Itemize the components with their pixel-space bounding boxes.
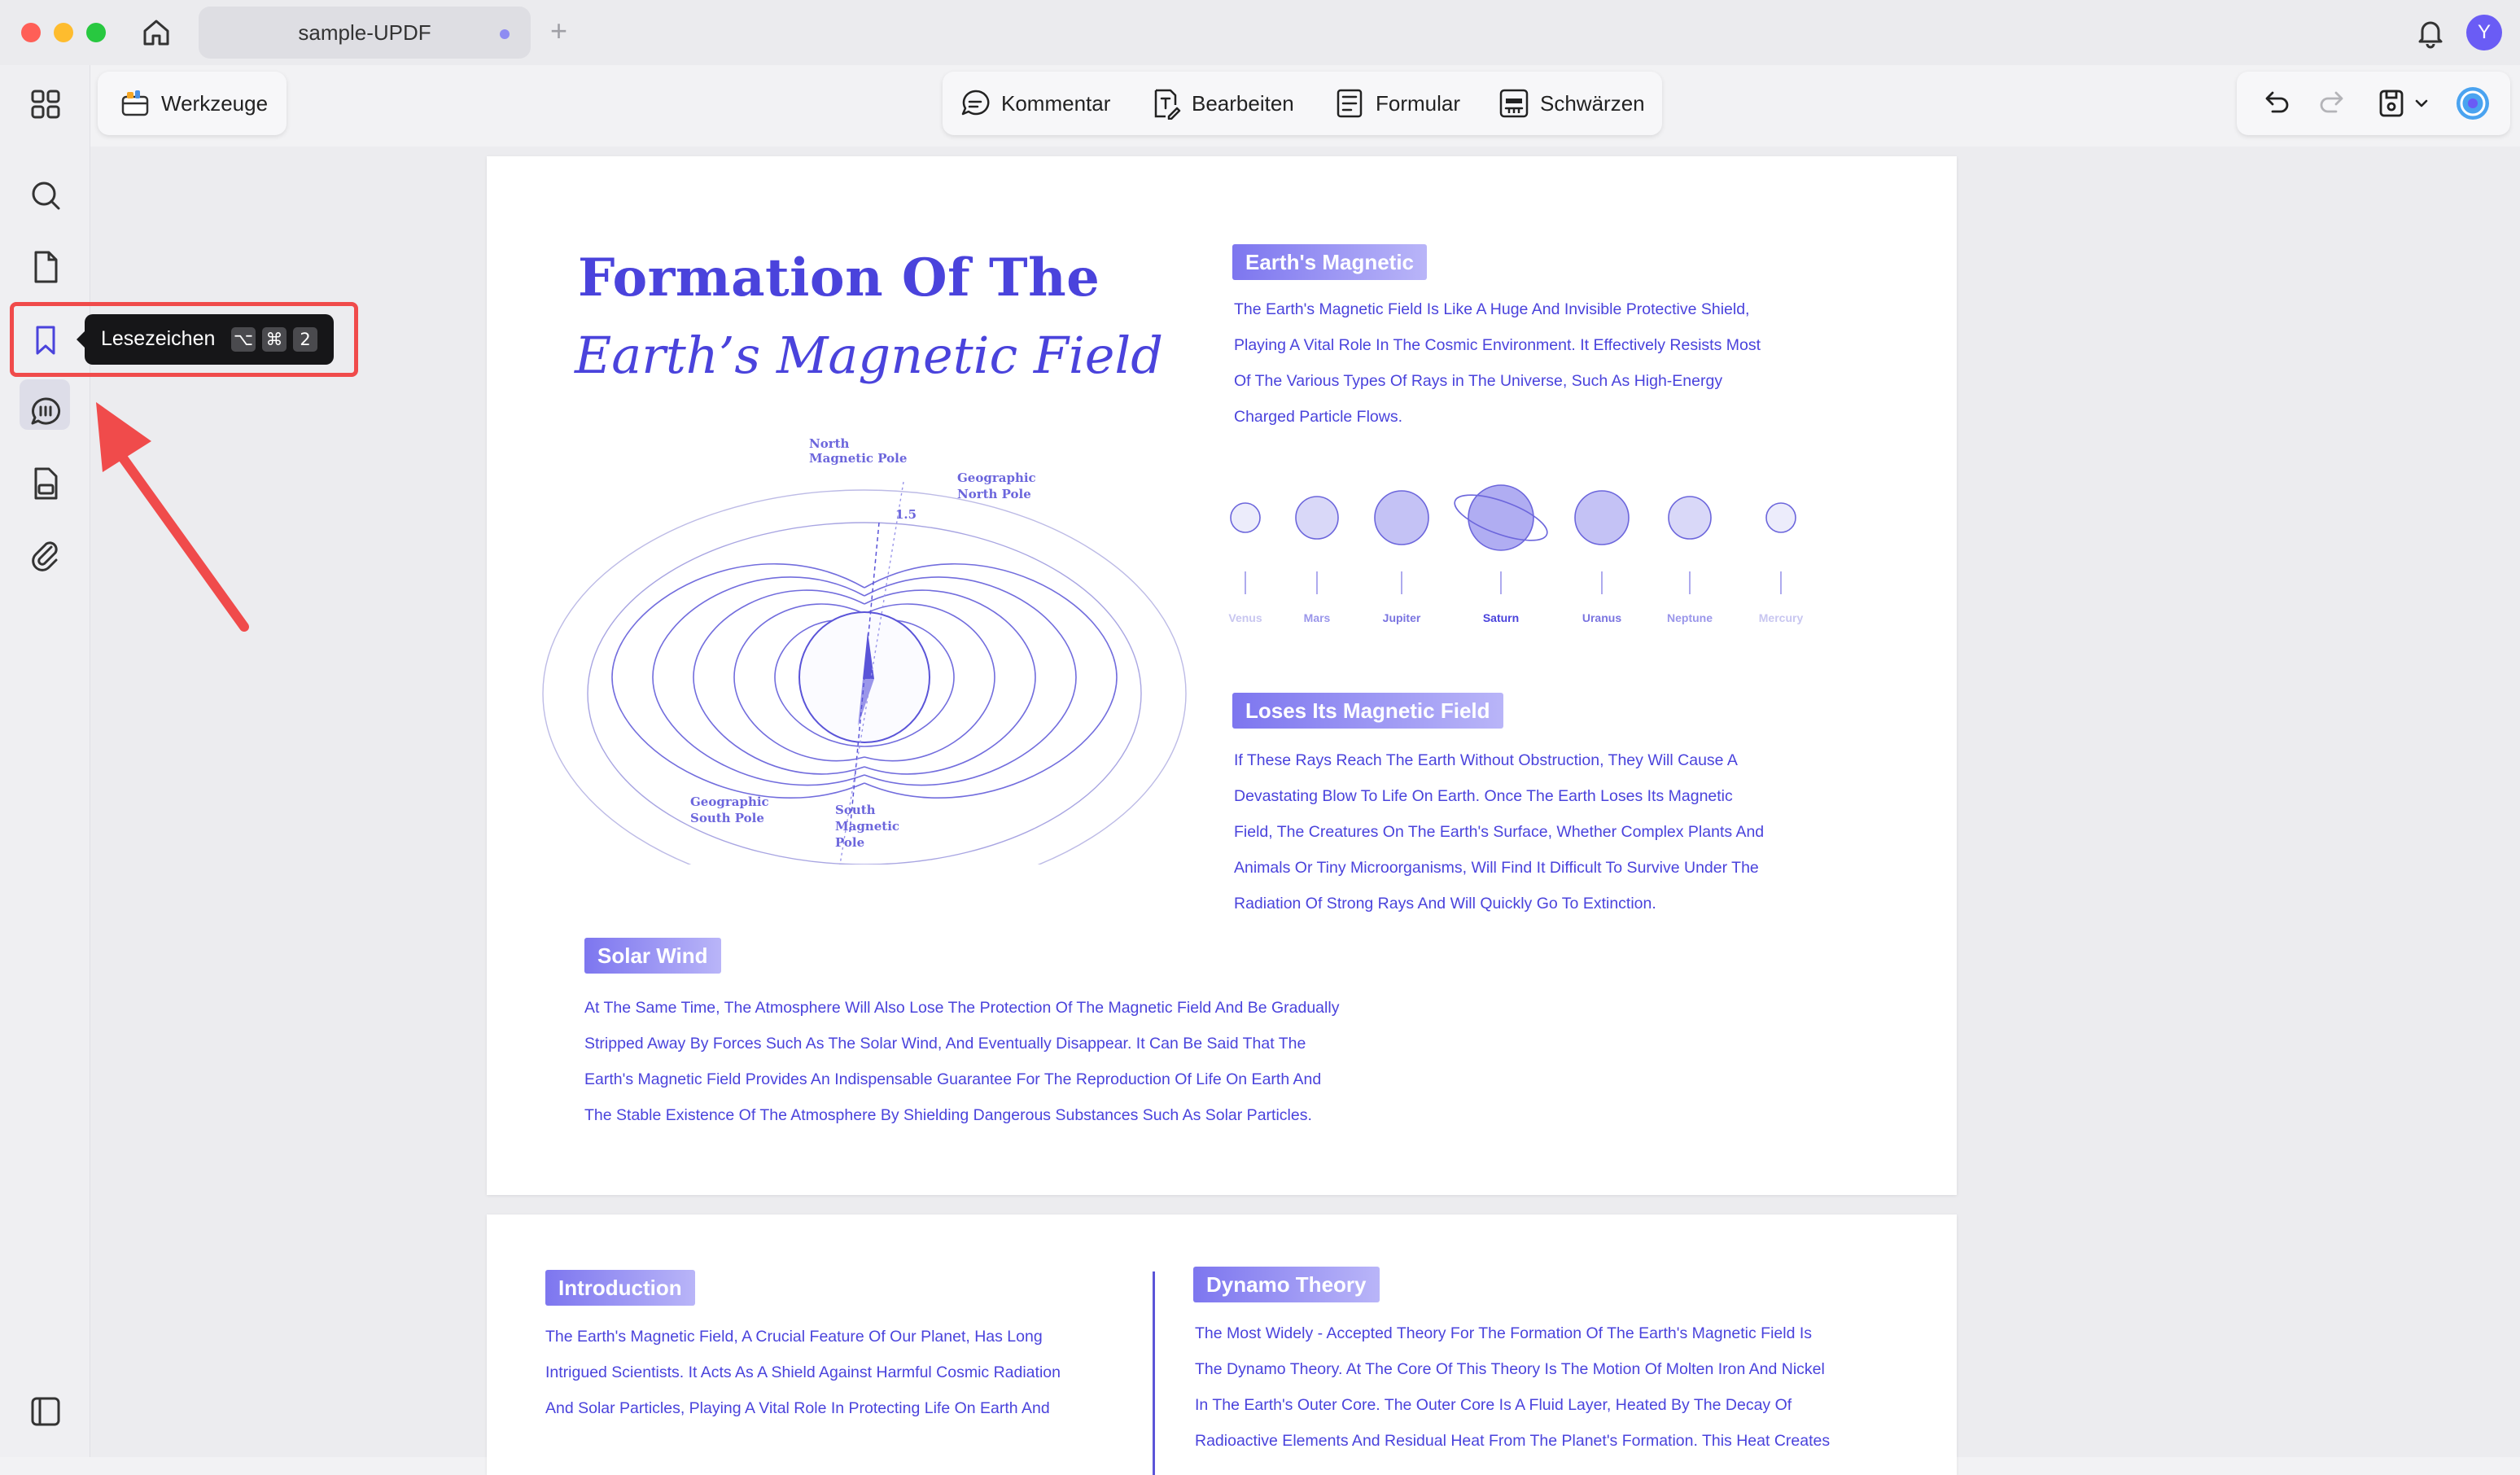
attachment-icon[interactable] (26, 536, 65, 575)
thumbnails-icon[interactable] (26, 85, 65, 124)
label-south-magnetic-3: Pole (835, 835, 864, 850)
planet-label: Neptune (1667, 611, 1713, 624)
toolbox-icon (121, 90, 149, 116)
text-line: Playing A Vital Role In The Cosmic Envir… (1234, 336, 1761, 354)
column-divider (1153, 1271, 1155, 1475)
heading-solar-wind: Solar Wind (584, 938, 721, 974)
planet-label: Jupiter (1383, 611, 1421, 624)
text-line: Charged Particle Flows. (1234, 408, 1402, 426)
text-line: Devastating Blow To Life On Earth. Once … (1234, 787, 1733, 805)
label-geographic-south-2: South Pole (690, 811, 764, 825)
annotation-arrow-icon (81, 391, 260, 635)
tools-button[interactable]: Werkzeuge (98, 72, 287, 135)
edit-mode-button[interactable]: Bearbeiten (1149, 72, 1294, 135)
planet-label: Saturn (1483, 611, 1519, 624)
pdf-page-1: Formation Of The Earth’s Magnetic Field (487, 156, 1957, 1195)
stamp-icon[interactable] (26, 464, 65, 503)
pages-icon[interactable] (26, 247, 65, 287)
label-south-magnetic-2: Magnetic (835, 819, 899, 834)
ai-assistant-icon[interactable] (2453, 84, 2492, 123)
redo-icon[interactable] (2313, 84, 2352, 123)
zoom-window-button[interactable] (86, 23, 106, 42)
text-line: In The Earth's Outer Core. The Outer Cor… (1195, 1396, 1792, 1414)
save-icon[interactable] (2372, 84, 2411, 123)
text-line: Intrigued Scientists. It Acts As A Shiel… (545, 1363, 1061, 1381)
planet-label: Mars (1304, 611, 1331, 624)
comments-icon[interactable] (26, 392, 65, 431)
home-icon[interactable] (138, 15, 174, 50)
heading-loses-magnetic-field: Loses Its Magnetic Field (1232, 693, 1503, 729)
text-earths-magnetic: The Earth's Magnetic Field Is Like A Hug… (1234, 291, 1761, 435)
text-line: Stripped Away By Forces Such As The Sola… (584, 1035, 1306, 1053)
magnetic-field-diagram: North Magnetic Pole Geographic North Pol… (539, 425, 1190, 864)
label-geographic-north-2: North Pole (957, 487, 1031, 501)
document-actions-toolbar (2237, 72, 2510, 135)
heading-earths-magnetic: Earth's Magnetic (1232, 244, 1428, 280)
form-icon (1337, 89, 1363, 118)
tools-button-content: Werkzeuge (119, 72, 268, 135)
comment-mode-button[interactable]: Kommentar (959, 72, 1110, 135)
close-window-button[interactable] (21, 23, 41, 42)
undo-icon[interactable] (2256, 84, 2295, 123)
avatar[interactable]: Y (2466, 15, 2502, 50)
search-icon[interactable] (26, 176, 65, 215)
label-geographic-south-1: Geographic (690, 794, 769, 809)
new-tab-button[interactable]: + (550, 16, 567, 46)
form-mode-button[interactable]: Formular (1333, 72, 1460, 135)
label-angle: 1.5 (895, 507, 917, 522)
text-line: Animals Or Tiny Microorganisms, Will Fin… (1234, 859, 1759, 877)
sidebar-toggle-icon[interactable] (26, 1392, 65, 1431)
edit-label: Bearbeiten (1192, 90, 1294, 116)
mode-toolbar: Kommentar Bearbeiten Formular Schwärzen (943, 72, 1662, 135)
heading-introduction: Introduction (545, 1270, 695, 1306)
pdf-page-2: Introduction The Earth's Magnetic Field,… (487, 1215, 1957, 1475)
label-north-magnetic-pole-2: Magnetic Pole (809, 451, 907, 466)
text-line: Radioactive Elements And Residual Heat F… (1195, 1432, 1831, 1450)
comment-icon (961, 90, 990, 116)
annotation-highlight-box (10, 302, 358, 377)
label-geographic-north-1: Geographic (957, 471, 1036, 485)
form-label: Formular (1376, 90, 1461, 116)
chevron-down-icon[interactable] (2409, 84, 2434, 123)
bell-icon[interactable] (2413, 15, 2448, 50)
label-south-magnetic-1: South (835, 803, 876, 817)
text-solar-wind: At The Same Time, The Atmosphere Will Al… (584, 990, 1339, 1133)
document-canvas[interactable]: Formation Of The Earth’s Magnetic Field (90, 147, 2520, 1475)
redact-mode-button[interactable]: Schwärzen (1498, 72, 1645, 135)
minimize-window-button[interactable] (54, 23, 73, 42)
planet-label: Venus (1228, 611, 1262, 624)
text-introduction: The Earth's Magnetic Field, A Crucial Fe… (545, 1319, 1061, 1426)
redact-icon (1499, 89, 1529, 118)
comment-label: Kommentar (1001, 90, 1111, 116)
text-line: The Earth's Magnetic Field, A Crucial Fe… (545, 1328, 1043, 1346)
text-line: Of The Various Types Of Rays in The Univ… (1234, 372, 1723, 390)
text-line: At The Same Time, The Atmosphere Will Al… (584, 999, 1340, 1017)
page-title-line1: Formation Of The (578, 247, 1100, 309)
text-line: The Earth's Magnetic Field Is Like A Hug… (1234, 300, 1750, 318)
text-line: The Stable Existence Of The Atmosphere B… (584, 1106, 1312, 1124)
text-line: And Solar Particles, Playing A Vital Rol… (545, 1399, 1050, 1417)
heading-dynamo-theory: Dynamo Theory (1193, 1267, 1380, 1302)
unsaved-indicator (500, 29, 510, 39)
text-line: If These Rays Reach The Earth Without Ob… (1234, 751, 1738, 769)
text-line: Field, The Creatures On The Earth's Surf… (1234, 823, 1765, 841)
text-line: The Most Widely - Accepted Theory For Th… (1195, 1324, 1813, 1342)
redact-label: Schwärzen (1540, 90, 1645, 116)
label-north-magnetic-pole-1: North (809, 436, 850, 451)
document-tab[interactable]: sample-UPDF (199, 7, 531, 59)
tools-label: Werkzeuge (161, 90, 269, 116)
text-line: Radiation Of Strong Rays And Will Quickl… (1234, 895, 1656, 913)
text-line: Earth's Magnetic Field Provides An Indis… (584, 1070, 1322, 1088)
document-tab-title: sample-UPDF (298, 20, 431, 45)
title-bar: sample-UPDF + Y (0, 0, 2520, 65)
planet-label: Mercury (1759, 611, 1804, 624)
text-dynamo-theory: The Most Widely - Accepted Theory For Th… (1195, 1315, 1830, 1459)
text-loses-magnetic-field: If These Rays Reach The Earth Without Ob… (1234, 742, 1764, 921)
edit-text-icon (1154, 89, 1181, 120)
planet-label: Uranus (1582, 611, 1621, 624)
text-line: The Dynamo Theory. At The Core Of This T… (1195, 1360, 1825, 1378)
planets-illustration: Venus Mars Jupiter Saturn Uranus Neptune… (1216, 480, 1818, 643)
page-title-line2: Earth’s Magnetic Field (575, 326, 1163, 385)
